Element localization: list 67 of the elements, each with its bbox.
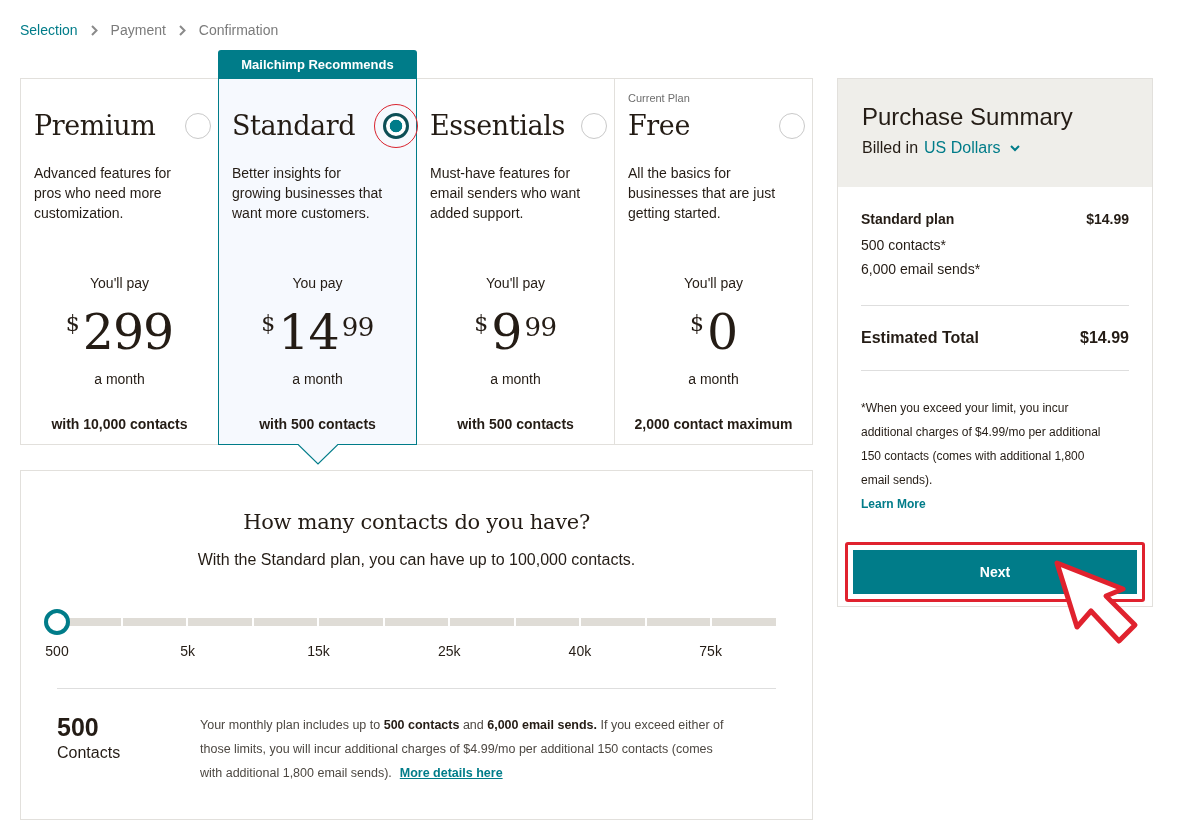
- pay-label: You'll pay: [90, 274, 149, 293]
- plan-description: Advanced features for pros who need more customization.: [34, 164, 172, 223]
- chevron-right-icon: [178, 24, 186, 36]
- line-item-price: $14.99: [1086, 210, 1129, 228]
- tick-label: 5k: [180, 642, 196, 661]
- total-amount: $14.99: [1080, 328, 1129, 348]
- plan-card[interactable]: Current Plan Free All the basics for businesses that are just getting started. You'll pay $0 a month 2,000 contact maximum: [614, 78, 813, 445]
- plan-name: Premium: [34, 109, 156, 143]
- total-label: Estimated Total: [861, 328, 979, 348]
- line-item-detail: 6,000 email sends*: [861, 260, 981, 279]
- currency-symbol: $: [261, 313, 276, 335]
- chevron-right-icon: [90, 24, 98, 36]
- footnote-text: *When you exceed your limit, you incur additional charges of $4.99/mo per additional 150 contacts (comes with additional 1,800 email sends).: [861, 400, 1102, 489]
- line-item-detail: 500 contacts*: [861, 236, 946, 255]
- contact-count: 500: [57, 713, 99, 741]
- line-item-name: Standard plan: [861, 210, 955, 228]
- section-heading: How many contacts do you have?: [243, 509, 590, 536]
- section-subtitle: With the Standard plan, you can have up to 100,000 contacts.: [197, 550, 636, 570]
- plan-description: Must-have features for email senders who want added support.: [430, 164, 582, 223]
- billing-period: a month: [94, 370, 145, 389]
- plan-name: Essentials: [430, 109, 565, 143]
- pointer-triangle-icon: [297, 444, 338, 465]
- plan-name: Standard: [232, 109, 356, 143]
- price-amount: 9: [491, 303, 522, 363]
- current-plan-label: Current Plan: [628, 91, 690, 106]
- tick-label: 500: [45, 642, 69, 661]
- currency-symbol: $: [474, 313, 489, 335]
- radio-button[interactable]: [383, 113, 409, 139]
- billing-period: a month: [490, 370, 541, 389]
- slider-thumb[interactable]: [44, 609, 70, 635]
- tick-label: 25k: [437, 642, 461, 661]
- tick-label: 15k: [307, 642, 330, 661]
- contacts-limit: with 10,000 contacts: [51, 415, 188, 434]
- next-button[interactable]: Next: [853, 550, 1137, 594]
- plan-card[interactable]: Premium Advanced features for pros who need more customization. You'll pay $299 a month with 10,000 contacts: [20, 78, 219, 445]
- pay-label: You'll pay: [684, 274, 743, 293]
- tick-label: 75k: [699, 642, 722, 661]
- pay-label: You'll pay: [486, 274, 545, 293]
- price-cents: 99: [524, 314, 557, 340]
- price-amount: 299: [82, 303, 174, 363]
- breadcrumb-link[interactable]: Confirmation: [198, 20, 279, 40]
- plan-description: All the basics for businesses that are just getting started.: [628, 164, 777, 223]
- billing-period: a month: [292, 370, 343, 389]
- tick-label: 40k: [568, 642, 592, 661]
- plan-details-text: Your monthly plan includes up to 500 contacts and 6,000 email sends. If you exceed either of those limits, you will incur additional charges of $4.99/mo per additional 150 contacts (comes with additional 1,800 email sends). More details here: [200, 717, 725, 782]
- recommended-banner: Mailchimp Recommends: [218, 50, 417, 78]
- price-amount: 14: [278, 303, 339, 363]
- plan-description: Better insights for growing businesses that want more customers.: [232, 164, 384, 223]
- contact-count-label: Contacts: [57, 743, 121, 763]
- learn-more-link[interactable]: Learn More: [861, 492, 926, 516]
- price-amount: 0: [706, 303, 738, 363]
- pay-label: You pay: [292, 274, 343, 293]
- currency-symbol: $: [65, 313, 80, 335]
- currency-symbol: $: [689, 313, 704, 335]
- price-cents: 99: [341, 314, 374, 340]
- currency-dropdown[interactable]: US Dollars: [924, 137, 1020, 159]
- summary-title: Purchase Summary: [862, 102, 1074, 132]
- chevron-down-icon: [1009, 144, 1020, 152]
- contacts-limit: with 500 contacts: [457, 415, 574, 434]
- contacts-limit: 2,000 contact maximum: [634, 415, 793, 434]
- breadcrumb-link[interactable]: Selection: [20, 20, 78, 40]
- billed-in-label: Billed in: [862, 138, 919, 158]
- plan-name: Free: [628, 109, 690, 143]
- more-details-link[interactable]: More details here: [399, 766, 503, 780]
- breadcrumb-link[interactable]: Payment: [110, 20, 166, 40]
- contacts-limit: with 500 contacts: [259, 415, 376, 434]
- billing-period: a month: [688, 370, 739, 389]
